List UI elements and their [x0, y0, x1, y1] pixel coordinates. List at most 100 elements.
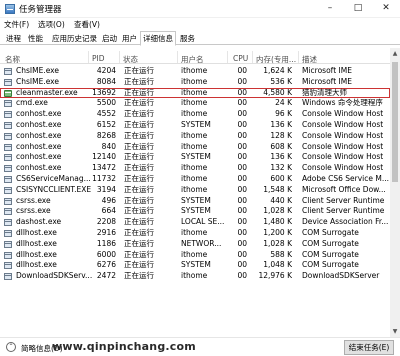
cell-cpu: 00	[237, 206, 247, 216]
table-row[interactable]: CSISYNCCLIENT.EXE 3194 正在运行 ithome 00 1,548 K…	[0, 185, 390, 196]
tab-users[interactable]: 用户	[120, 33, 139, 45]
process-icon	[4, 68, 12, 75]
cell-desc: COM Surrogate	[302, 260, 359, 270]
minimize-button[interactable]: –	[316, 0, 344, 18]
cell-desc: Console Window Host	[302, 152, 384, 162]
table-row[interactable]: conhost.exe 6152 正在运行 SYSTEM 00 136 K Console …	[0, 120, 390, 131]
menu-file[interactable]: 文件(F)	[4, 19, 29, 30]
cell-status: 正在运行	[124, 184, 154, 194]
cell-name: dashost.exe	[16, 217, 62, 227]
table-row[interactable]: DownloadSDKServ... 2472 正在运行 ithome 00 12,976…	[0, 271, 390, 282]
tab-app-history[interactable]: 应用历史记录	[50, 33, 99, 45]
cell-cpu: 00	[237, 271, 247, 281]
column-divider[interactable]	[298, 51, 299, 63]
process-icon	[4, 262, 12, 270]
cell-pid: 4204	[96, 66, 116, 75]
table-row[interactable]: CS6ServiceManag... 11732 正在运行 ithome 00 600 K…	[0, 174, 390, 185]
process-icon	[4, 208, 12, 216]
col-status[interactable]: 状态	[123, 54, 138, 65]
cell-mem: 132 K	[270, 163, 292, 173]
table-row[interactable]: ChsIME.exe 4204 正在运行 ithome 00 1,624 K Microso…	[0, 66, 390, 77]
cell-cpu: 00	[237, 249, 247, 259]
cell-pid: 12140	[92, 152, 116, 162]
table-row[interactable]: cleanmaster.exe 13692 正在运行 ithome 00 4,580 K 猎…	[0, 87, 390, 99]
column-divider[interactable]	[88, 51, 89, 63]
scroll-up-icon[interactable]: ▲	[391, 49, 399, 58]
cell-name: csrss.exe	[16, 195, 51, 205]
col-pid[interactable]: PID	[92, 54, 105, 63]
table-row[interactable]: dllhost.exe 1186 正在运行 NETWOR... 00 1,028 K COM…	[0, 239, 390, 250]
table-row[interactable]: conhost.exe 8268 正在运行 ithome 00 128 K Console …	[0, 131, 390, 142]
cell-pid: 13472	[92, 163, 116, 173]
cell-name: csrss.exe	[16, 206, 51, 216]
column-header: 名称 PID 状态 用户名 CPU 内存(专用... 描述	[0, 48, 390, 64]
scroll-down-icon[interactable]: ▼	[391, 327, 399, 336]
col-user[interactable]: 用户名	[181, 54, 204, 65]
cell-status: 正在运行	[124, 228, 154, 237]
tab-startup[interactable]: 启动	[100, 33, 119, 45]
table-row[interactable]: conhost.exe 13472 正在运行 ithome 00 132 K Console…	[0, 163, 390, 174]
cell-cpu: 00	[237, 120, 247, 129]
end-task-button[interactable]: 结束任务(E)	[344, 340, 394, 355]
chevron-up-icon[interactable]: ⌃	[6, 342, 16, 352]
cell-mem: 136 K	[270, 120, 292, 129]
table-row[interactable]: csrss.exe 664 正在运行 SYSTEM 00 1,028 K Client Se…	[0, 206, 390, 217]
table-row[interactable]: conhost.exe 12140 正在运行 SYSTEM 00 136 K Console…	[0, 152, 390, 163]
cell-user: ithome	[181, 184, 208, 194]
process-icon	[4, 132, 12, 140]
column-divider[interactable]	[177, 51, 178, 63]
cell-pid: 2208	[96, 217, 116, 227]
table-row[interactable]: dllhost.exe 6000 正在运行 ithome 00 588 K COM Surr…	[0, 250, 390, 261]
tab-services[interactable]: 服务	[178, 33, 197, 45]
process-icon	[4, 176, 12, 183]
table-row[interactable]: dllhost.exe 6276 正在运行 SYSTEM 00 1,048 K COM Su…	[0, 260, 390, 271]
cell-mem: 1,028 K	[263, 206, 292, 216]
cell-status: 正在运行	[124, 109, 154, 119]
cell-pid: 1186	[96, 238, 116, 248]
cell-desc: COM Surrogate	[302, 238, 359, 248]
menu-view[interactable]: 查看(V)	[74, 19, 100, 30]
table-row[interactable]: csrss.exe 496 正在运行 SYSTEM 00 440 K Client Serv…	[0, 196, 390, 207]
column-divider[interactable]	[227, 51, 228, 63]
cell-user: ithome	[181, 109, 208, 119]
col-desc[interactable]: 描述	[302, 54, 317, 65]
column-divider[interactable]	[119, 51, 120, 63]
cell-name: dllhost.exe	[16, 260, 57, 270]
column-divider[interactable]	[252, 51, 253, 63]
menu-options[interactable]: 选项(O)	[38, 19, 65, 30]
table-row[interactable]: conhost.exe 4552 正在运行 ithome 00 96 K Console W…	[0, 109, 390, 120]
cell-pid: 5500	[96, 98, 116, 108]
cell-user: NETWOR...	[181, 238, 222, 248]
vertical-scrollbar[interactable]: ▲ ▼	[390, 48, 400, 337]
table-row[interactable]: dashost.exe 2208 正在运行 LOCAL SE... 00 1,480 K D…	[0, 217, 390, 228]
cell-mem: 536 K	[270, 76, 292, 86]
cell-pid: 8268	[96, 130, 116, 140]
cell-desc: Device Association Fr...	[302, 217, 389, 227]
cell-name: dllhost.exe	[16, 249, 57, 259]
maximize-button[interactable]: □	[344, 0, 372, 18]
process-icon	[4, 78, 12, 86]
cell-status: 正在运行	[124, 249, 154, 259]
scrollbar-thumb[interactable]	[392, 62, 398, 182]
cell-name: DownloadSDKServ...	[16, 271, 93, 281]
col-mem[interactable]: 内存(专用...	[256, 54, 296, 65]
cell-desc: Microsoft IME	[302, 66, 352, 75]
table-row[interactable]: ChsIME.exe 8084 正在运行 ithome 00 536 K Microsoft…	[0, 77, 390, 88]
col-name[interactable]: 名称	[5, 54, 20, 65]
cell-status: 正在运行	[124, 174, 154, 183]
tab-details[interactable]: 详细信息	[140, 31, 176, 46]
cell-cpu: 00	[237, 260, 247, 270]
tab-performance[interactable]: 性能	[26, 33, 45, 45]
process-table: ChsIME.exe 4204 正在运行 ithome 00 1,624 K Microso…	[0, 66, 390, 337]
tab-processes[interactable]: 进程	[4, 33, 23, 45]
table-row[interactable]: cmd.exe 5500 正在运行 ithome 00 24 K Windows 命令处理程…	[0, 98, 390, 109]
col-cpu[interactable]: CPU	[233, 54, 248, 63]
close-button[interactable]: ✕	[372, 0, 400, 18]
cell-pid: 6000	[96, 249, 116, 259]
watermark: www.qinpinchang.com	[52, 340, 196, 353]
table-row[interactable]: dllhost.exe 2916 正在运行 ithome 00 1,200 K COM Su…	[0, 228, 390, 239]
cleanmaster-icon	[4, 89, 12, 97]
cell-pid: 496	[101, 195, 116, 205]
cell-user: ithome	[181, 163, 208, 173]
table-row[interactable]: conhost.exe 840 正在运行 ithome 00 608 K Console W…	[0, 142, 390, 153]
